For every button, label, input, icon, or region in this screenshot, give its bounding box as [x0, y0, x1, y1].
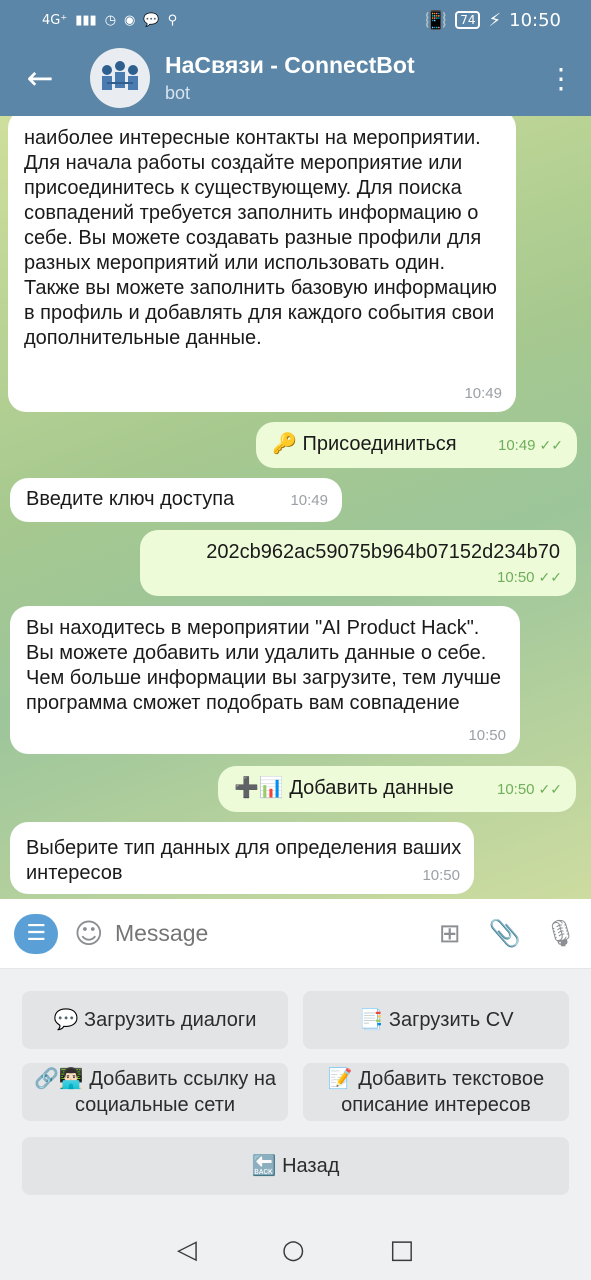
message-text: Выберите тип данных для определения ваши… — [26, 837, 462, 884]
read-ticks-icon: ✓✓ — [538, 569, 562, 585]
chat-subtitle: bot — [165, 83, 191, 103]
upload-cv-button[interactable]: 📑 Загрузить CV — [303, 991, 569, 1049]
message-text: 🔑 Присоединиться — [272, 433, 457, 455]
usb-icon: ⚲ — [167, 12, 178, 28]
message-text: ➕📊 Добавить данные — [234, 777, 454, 799]
message-time: 10:50 — [468, 727, 506, 744]
message-time: 10:50 — [422, 867, 460, 884]
message-input[interactable] — [114, 920, 411, 947]
nav-home-icon[interactable]: ○ — [282, 1235, 305, 1265]
battery-icon: 74 — [455, 11, 481, 29]
emoji-icon[interactable]: ☺ — [70, 911, 107, 957]
system-nav-bar: ◁ ○ □ — [0, 1219, 591, 1280]
read-ticks-icon: ✓✓ — [538, 781, 562, 797]
message-text: Введите ключ доступа — [26, 488, 235, 510]
message-time: 10:49 — [290, 492, 328, 509]
chat-area[interactable]: наиболее интересные контакты на мероприя… — [0, 116, 591, 899]
nav-back-icon[interactable]: ◁ — [177, 1235, 197, 1265]
charging-icon: ⚡ — [488, 9, 502, 31]
message-bubble: Введите ключ доступа 10:49 — [10, 478, 342, 522]
message-text: Вы находитесь в мероприятии "AI Product … — [26, 617, 502, 714]
back-button[interactable]: 🔙 Назад — [22, 1137, 569, 1195]
message-bubble: Выберите тип данных для определения ваши… — [10, 822, 474, 894]
add-social-link-button[interactable]: 🔗👨🏻‍💻 Добавить ссылку на социальные сети — [22, 1063, 288, 1121]
message-time: 10:50 ✓✓ — [496, 569, 562, 586]
signal-icon: ▮▮▮ — [75, 12, 97, 28]
back-arrow-icon[interactable]: ← — [0, 40, 80, 116]
hamburger-icon: ☰ — [26, 921, 47, 946]
status-bar: 4G⁺ ▮▮▮ ◷ ◉ 💬 ⚲ 📳 74 ⚡ 10:50 — [0, 0, 591, 40]
chat-notification-icon: 💬 — [143, 12, 160, 28]
message-bubble: 🔑 Присоединиться 10:49 ✓✓ — [256, 422, 577, 468]
bot-menu-button[interactable]: ☰ — [14, 913, 59, 954]
message-time: 10:49 — [464, 385, 502, 402]
message-bubble: наиболее интересные контакты на мероприя… — [8, 116, 516, 412]
message-time: 10:50 ✓✓ — [496, 781, 562, 798]
status-time: 10:50 — [509, 9, 561, 31]
bot-avatar-image — [102, 61, 138, 90]
notification-icon: ◉ — [124, 12, 136, 28]
message-input-bar: ☰ ☺ ⊞ 📎 🎙 — [0, 899, 591, 969]
reply-keyboard: 💬 Загрузить диалоги 📑 Загрузить CV 🔗👨🏻‍💻… — [0, 969, 591, 1219]
add-text-description-button[interactable]: 📝 Добавить текстовое описание интересов — [303, 1063, 569, 1121]
microphone-icon[interactable]: 🎙 — [544, 911, 577, 957]
nav-recents-icon[interactable]: □ — [390, 1235, 415, 1265]
chat-title[interactable]: НаСвязи - ConnectBot — [165, 52, 531, 79]
upload-dialogs-button[interactable]: 💬 Загрузить диалоги — [22, 991, 288, 1049]
avatar[interactable] — [90, 48, 150, 108]
message-text: 202cb962ac59075b964b07152d234b70 — [206, 541, 560, 563]
network-indicator: 4G⁺ — [42, 12, 68, 28]
read-ticks-icon: ✓✓ — [539, 437, 563, 453]
message-text: наиболее интересные контакты на мероприя… — [24, 127, 497, 349]
bot-keyboard-icon[interactable]: ⊞ — [433, 911, 466, 957]
message-bubble: ➕📊 Добавить данные 10:50 ✓✓ — [218, 766, 576, 812]
message-time: 10:49 ✓✓ — [497, 437, 563, 454]
attach-icon[interactable]: 📎 — [488, 911, 521, 957]
more-options-icon[interactable]: ⋮ — [531, 40, 591, 116]
message-bubble: 202cb962ac59075b964b07152d234b70 10:50 ✓✓ — [140, 530, 576, 596]
clock-app-icon: ◷ — [104, 12, 117, 28]
message-bubble: Вы находитесь в мероприятии "AI Product … — [10, 606, 520, 754]
chat-header: ← НаСвязи - ConnectBot bot ⋮ — [0, 40, 591, 116]
vibrate-icon: 📳 — [424, 9, 448, 31]
